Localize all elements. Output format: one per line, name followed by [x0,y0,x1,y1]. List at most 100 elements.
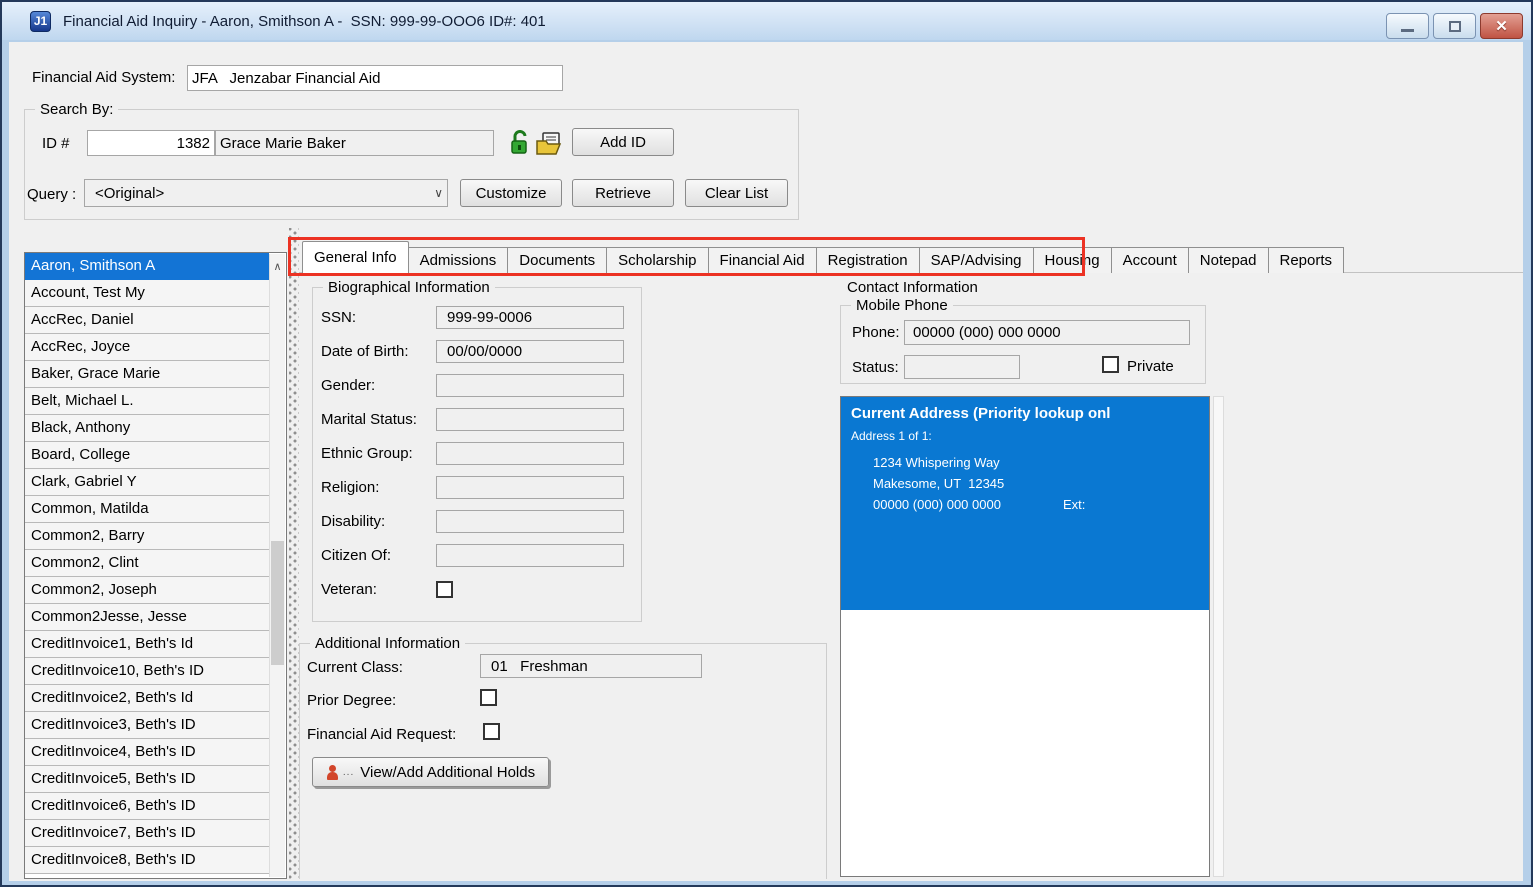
tab[interactable]: Reports [1268,247,1345,273]
list-item[interactable]: Board, College [25,442,269,469]
list-item[interactable]: Common2, Joseph [25,577,269,604]
bio-field-label: Gender: [321,377,436,394]
list-item[interactable]: Baker, Grace Marie [25,361,269,388]
customize-button[interactable]: Customize [460,179,562,207]
add-id-button[interactable]: Add ID [572,128,674,156]
list-item[interactable]: Common2, Clint [25,550,269,577]
address-scrollbar-track[interactable] [1213,396,1224,877]
biographical-fields: SSN: 999-99-0006 Date of Birth: 00/00/00… [313,288,641,567]
bio-field-row: Gender: [321,374,641,397]
bio-field-input [436,408,624,431]
scroll-up-icon[interactable]: ∧ [270,254,285,278]
financial-aid-request-checkbox[interactable] [483,723,500,740]
status-field [904,355,1020,379]
person-icon [326,765,340,780]
list-item[interactable]: CreditInvoice2, Beth's Id [25,685,269,712]
list-item[interactable]: AccRec, Joyce [25,334,269,361]
list-item[interactable]: Account, Test My [25,280,269,307]
holds-button-label: View/Add Additional Holds [360,764,535,781]
tab[interactable]: Admissions [408,247,509,273]
splitter-handle[interactable] [289,228,299,879]
list-item[interactable]: Common2, Barry [25,523,269,550]
minimize-button[interactable] [1386,13,1429,39]
bio-field-row: Ethnic Group: [321,442,641,465]
tab[interactable]: Housing [1033,247,1112,273]
prior-degree-checkbox[interactable] [480,689,497,706]
tab[interactable]: General Info [302,241,409,273]
financial-aid-request-label: Financial Aid Request: [307,726,456,743]
bio-field-label: Date of Birth: [321,343,436,360]
list-item[interactable]: Belt, Michael L. [25,388,269,415]
bio-field-row: Date of Birth: 00/00/0000 [321,340,641,363]
bio-field-label: Marital Status: [321,411,436,428]
tab[interactable]: Documents [507,247,607,273]
name-display-field: Grace Marie Baker [215,130,494,156]
list-item[interactable]: Clark, Gabriel Y [25,469,269,496]
restore-button[interactable] [1433,13,1476,39]
list-item[interactable]: CreditInvoice7, Beth's ID [25,820,269,847]
list-item[interactable]: CreditInvoice3, Beth's ID [25,712,269,739]
current-class-label: Current Class: [307,659,403,676]
bio-field-label: SSN: [321,309,436,326]
list-item[interactable]: CreditInvoice10, Beth's ID [25,658,269,685]
window-title: Financial Aid Inquiry - Aaron, Smithson … [63,13,546,30]
student-list-scrollbar[interactable]: ∧ [269,254,285,877]
open-folder-icon[interactable] [535,131,565,156]
list-item[interactable]: CreditInvoice1, Beth's Id [25,631,269,658]
bio-field-row: Marital Status: [321,408,641,431]
tab[interactable]: Registration [816,247,920,273]
veteran-row: Veteran: [313,578,641,601]
tab[interactable]: Financial Aid [708,247,817,273]
tab[interactable]: SAP/Advising [919,247,1034,273]
query-dropdown[interactable]: <Original> ∨ [84,179,448,207]
tab[interactable]: Scholarship [606,247,708,273]
id-input[interactable]: 1382 [87,130,215,156]
query-label: Query : [27,186,76,203]
address-listbox[interactable]: Current Address (Priority lookup onl Add… [840,396,1210,877]
financial-aid-system-field[interactable]: JFA Jenzabar Financial Aid [187,65,563,91]
close-button[interactable]: ✕ [1480,13,1523,39]
bio-field-input [436,374,624,397]
tab[interactable]: Account [1111,247,1189,273]
list-item[interactable]: Black, Anthony [25,415,269,442]
bio-field-row: Disability: [321,510,641,533]
list-item[interactable]: CreditInvoice8, Beth's ID [25,847,269,874]
list-item[interactable]: Common2Jesse, Jesse [25,604,269,631]
additional-group-title: Additional Information [310,635,465,652]
biographical-group: Biographical Information SSN: 999-99-000… [312,287,642,622]
mobile-phone-group-title: Mobile Phone [851,297,953,314]
address-selected-item[interactable]: Current Address (Priority lookup onl Add… [841,397,1209,610]
bio-field-input [436,476,624,499]
list-item[interactable]: Aaron, Smithson A [25,253,269,280]
list-item[interactable]: CreditInvoice5, Beth's ID [25,766,269,793]
view-add-additional-holds-button[interactable]: ... View/Add Additional Holds [312,757,549,787]
bio-field-label: Disability: [321,513,436,530]
phone-field: 00000 (000) 000 0000 [904,320,1190,345]
ellipsis-dots: ... [343,767,354,778]
list-item[interactable]: AccRec, Daniel [25,307,269,334]
tab-bar: General InfoAdmissionsDocumentsScholarsh… [302,241,1344,273]
address-line1: 1234 Whispering Way [873,455,1199,470]
restore-icon [1449,21,1461,32]
bio-field-row: Citizen Of: [321,544,641,567]
title-bar[interactable]: J1 Financial Aid Inquiry - Aaron, Smiths… [2,2,1531,40]
veteran-checkbox[interactable] [436,581,453,598]
minimize-icon [1401,29,1414,32]
id-label: ID # [42,135,70,152]
phone-label: Phone: [852,324,900,341]
private-checkbox[interactable] [1102,356,1119,373]
list-item[interactable]: CreditInvoice4, Beth's ID [25,739,269,766]
bio-field-input [436,442,624,465]
veteran-label: Veteran: [321,581,436,598]
retrieve-button[interactable]: Retrieve [572,179,674,207]
clear-list-button[interactable]: Clear List [685,179,788,207]
bio-field-label: Ethnic Group: [321,445,436,462]
financial-aid-system-label: Financial Aid System: [32,69,175,86]
list-item[interactable]: Common, Matilda [25,496,269,523]
bio-field-input: 999-99-0006 [436,306,624,329]
tab[interactable]: Notepad [1188,247,1269,273]
list-item[interactable]: CreditInvoice6, Beth's ID [25,793,269,820]
unlock-icon[interactable] [509,130,533,156]
scrollbar-thumb[interactable] [271,541,284,666]
bio-field-row: SSN: 999-99-0006 [321,306,641,329]
